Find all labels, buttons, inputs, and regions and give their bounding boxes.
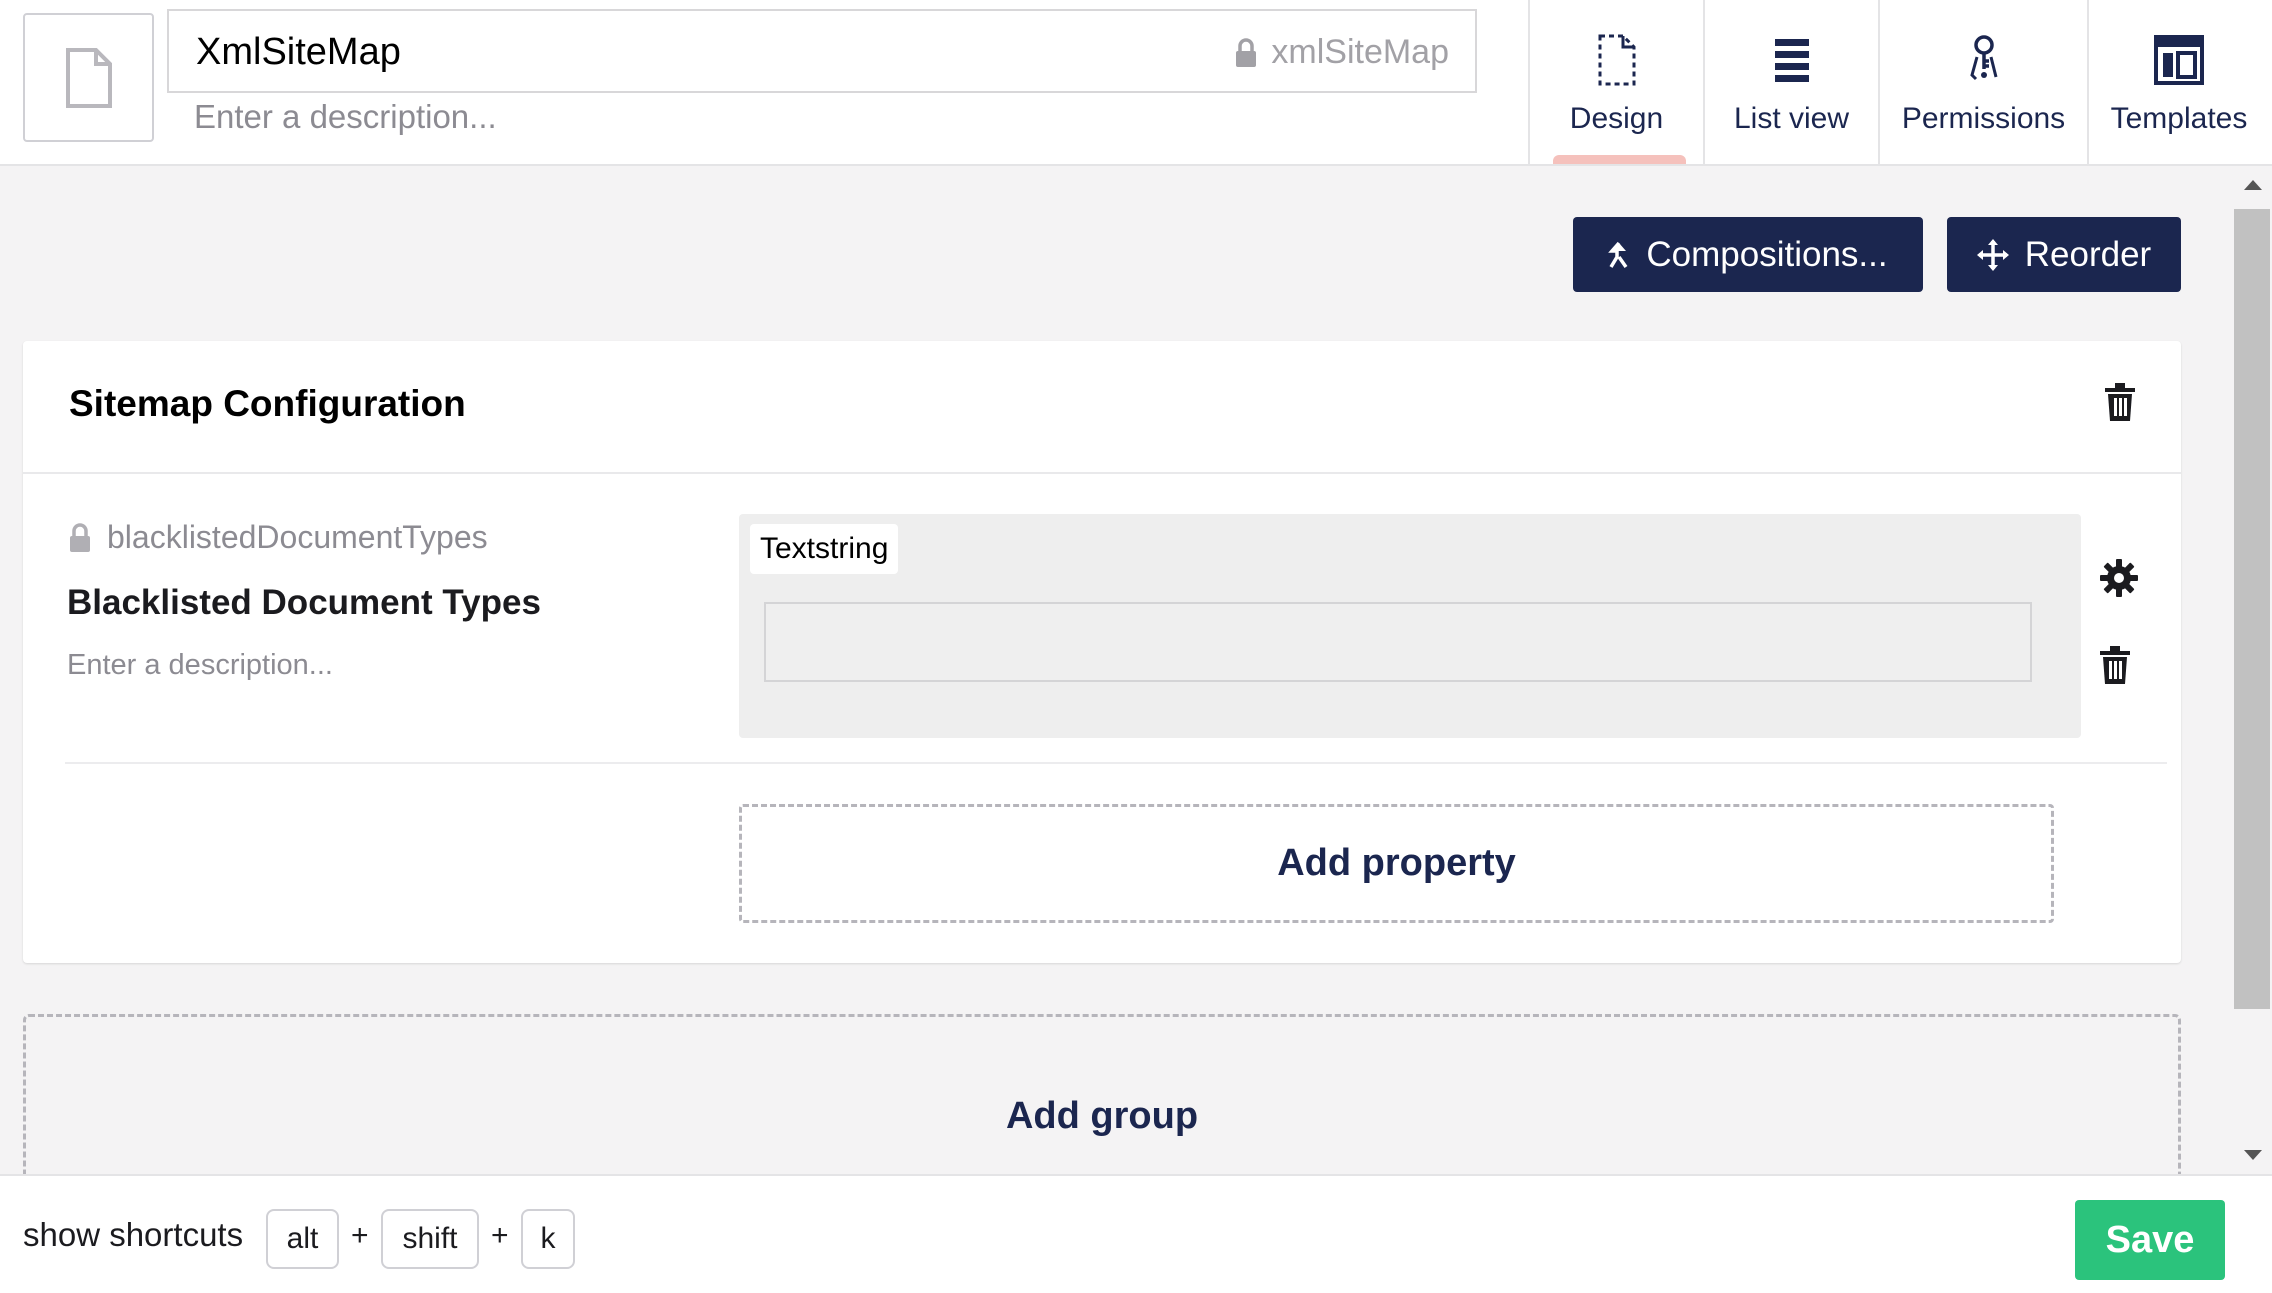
property-alias-value: blacklistedDocumentTypes bbox=[107, 519, 488, 555]
tab-list-view-label: List view bbox=[1733, 102, 1850, 135]
property-divider bbox=[65, 762, 2167, 764]
scroll-down-arrow-icon[interactable] bbox=[2244, 1150, 2262, 1160]
property-name[interactable]: Blacklisted Document Types bbox=[67, 583, 541, 623]
lock-icon[interactable] bbox=[1235, 37, 1257, 68]
document-type-icon-picker[interactable] bbox=[23, 13, 154, 142]
property-description[interactable]: Enter a description... bbox=[67, 649, 333, 682]
scroll-up-arrow-icon[interactable] bbox=[2244, 180, 2262, 190]
show-shortcuts-link[interactable]: show shortcuts bbox=[23, 1216, 243, 1254]
group-title[interactable]: Sitemap Configuration bbox=[69, 383, 466, 425]
tab-permissions[interactable]: Permissions bbox=[1878, 0, 2087, 164]
tab-templates-label: Templates bbox=[2110, 102, 2248, 135]
delete-property-icon[interactable] bbox=[2100, 646, 2130, 689]
shortcut-key-shift: shift bbox=[381, 1209, 479, 1269]
shortcut-plus: + bbox=[491, 1219, 509, 1252]
tab-design-label: Design bbox=[1569, 102, 1664, 135]
shortcut-key-alt: alt bbox=[266, 1209, 339, 1269]
add-property-button[interactable]: Add property bbox=[739, 804, 2054, 923]
tab-permissions-label: Permissions bbox=[1901, 102, 2066, 135]
keys-icon bbox=[1967, 30, 2001, 90]
list-icon bbox=[1774, 30, 1809, 90]
compositions-label: Compositions... bbox=[1646, 234, 1888, 274]
vertical-scrollbar[interactable] bbox=[2232, 166, 2272, 1174]
name-field[interactable]: XmlSiteMap xmlSiteMap bbox=[167, 9, 1477, 93]
add-group-label: Add group bbox=[1005, 1094, 1199, 1137]
save-button[interactable]: Save bbox=[2075, 1200, 2225, 1280]
reorder-label: Reorder bbox=[2024, 234, 2152, 274]
alias-field[interactable]: xmlSiteMap bbox=[1235, 33, 1449, 72]
shortcut-plus: + bbox=[351, 1219, 369, 1252]
property-alias[interactable]: blacklistedDocumentTypes bbox=[69, 519, 488, 556]
lock-icon[interactable] bbox=[69, 522, 91, 553]
tab-templates[interactable]: Templates bbox=[2087, 0, 2269, 164]
textstring-preview-input bbox=[764, 602, 2032, 682]
document-icon bbox=[65, 47, 112, 108]
alias-value: xmlSiteMap bbox=[1271, 33, 1449, 71]
compositions-button[interactable]: Compositions... bbox=[1573, 217, 1923, 292]
reorder-button[interactable]: Reorder bbox=[1947, 217, 2181, 292]
settings-gear-icon[interactable] bbox=[2100, 559, 2138, 602]
name-input-value[interactable]: XmlSiteMap bbox=[196, 31, 401, 74]
editor-footer: show shortcuts alt + shift + k Save bbox=[0, 1174, 2272, 1293]
property-group: Sitemap Configuration blacklistedDocumen… bbox=[23, 341, 2181, 963]
group-header: Sitemap Configuration bbox=[23, 341, 2181, 474]
shortcut-key-k: k bbox=[521, 1209, 575, 1269]
sub-view-tabs: Design List view Permissions Templates bbox=[1528, 0, 2269, 164]
editor-header: XmlSiteMap xmlSiteMap Enter a descriptio… bbox=[0, 0, 2272, 166]
merge-icon bbox=[1608, 241, 1628, 268]
delete-group-icon[interactable] bbox=[2105, 383, 2135, 426]
document-dashed-icon bbox=[1598, 30, 1636, 90]
scroll-thumb[interactable] bbox=[2234, 209, 2270, 1009]
move-icon bbox=[1976, 238, 2009, 271]
layout-icon bbox=[2154, 30, 2204, 90]
active-tab-indicator bbox=[1553, 155, 1686, 164]
description-field[interactable]: Enter a description... bbox=[194, 98, 497, 136]
tab-design[interactable]: Design bbox=[1528, 0, 1703, 164]
property-editor-preview[interactable]: Textstring bbox=[739, 514, 2081, 738]
editor-type-tag: Textstring bbox=[750, 524, 899, 574]
tab-list-view[interactable]: List view bbox=[1703, 0, 1878, 164]
